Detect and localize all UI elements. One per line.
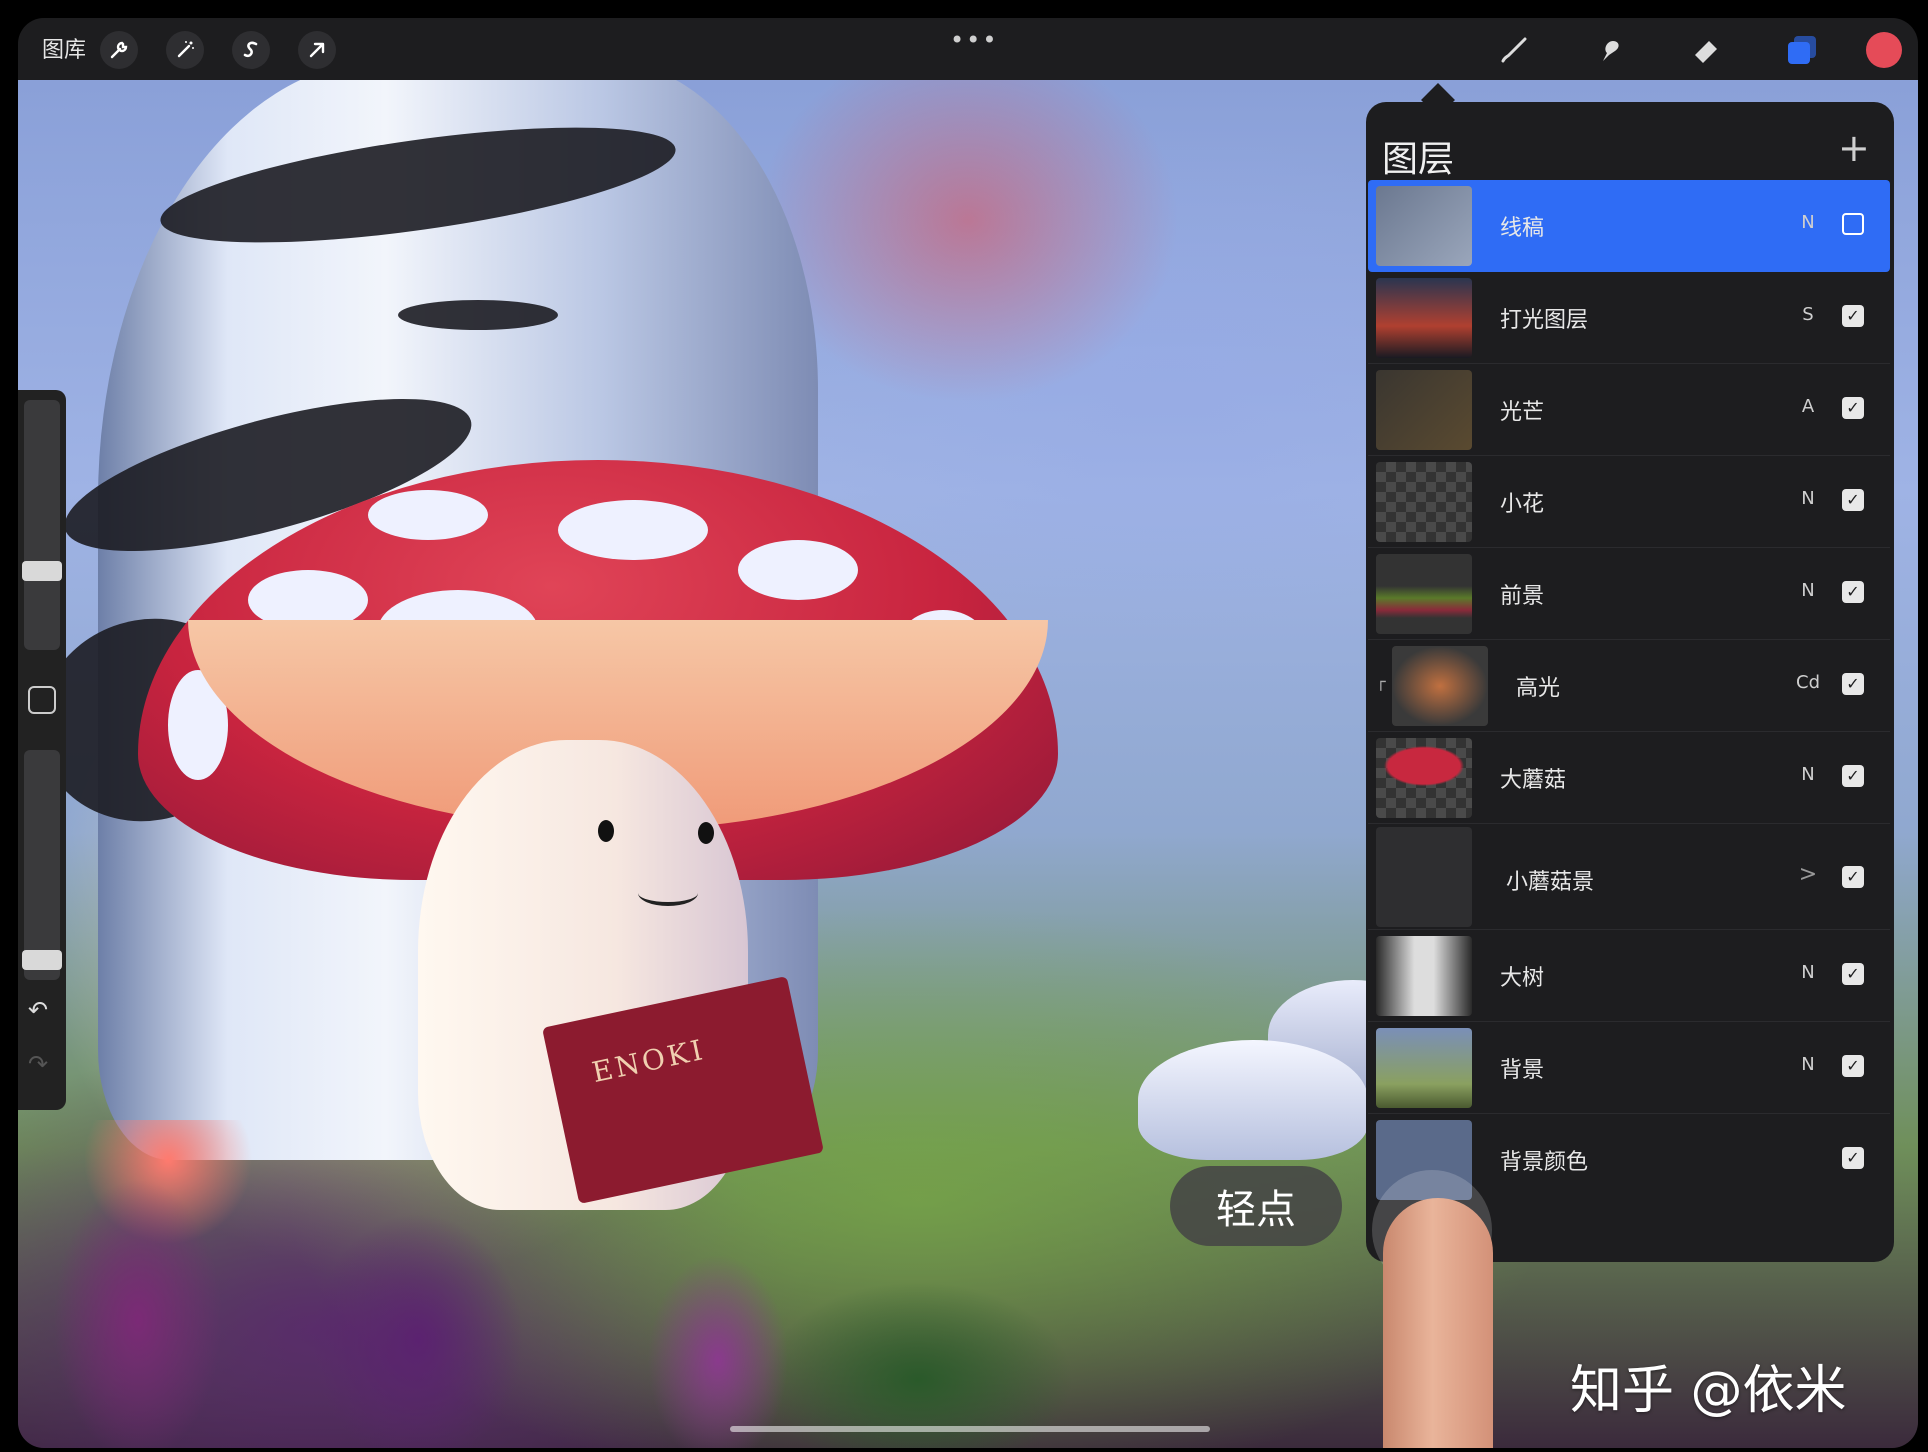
smudge-icon[interactable]	[1590, 30, 1630, 70]
layer-row[interactable]: 线稿 N	[1368, 180, 1890, 272]
layers-panel-title: 图层	[1382, 139, 1455, 180]
visibility-checkbox[interactable]: ✓	[1842, 1055, 1864, 1077]
opacity-knob[interactable]	[22, 949, 62, 970]
layer-thumbnail	[1376, 738, 1472, 818]
blend-mode-button[interactable]: A	[1788, 396, 1828, 417]
layer-row[interactable]: 小花 N ✓	[1368, 456, 1890, 548]
add-layer-button[interactable]: +	[1838, 126, 1870, 170]
flowers-foreground-artwork	[18, 1120, 1168, 1448]
layer-name: 背景颜色	[1500, 1150, 1589, 1175]
selection-icon[interactable]	[232, 31, 270, 69]
expand-group-chevron-icon[interactable]: >	[1788, 862, 1828, 887]
smile-artwork	[638, 880, 698, 906]
top-toolbar: 图库 •••	[18, 18, 1918, 80]
brush-size-knob[interactable]	[22, 561, 62, 581]
layer-row[interactable]: 光芒 A ✓	[1368, 364, 1890, 456]
layer-name: 大蘑菇	[1500, 768, 1567, 793]
visibility-checkbox[interactable]: ✓	[1842, 581, 1864, 603]
right-eye-artwork	[698, 822, 714, 844]
layers-icon[interactable]	[1782, 30, 1822, 70]
book-title: ENOKI	[589, 1032, 709, 1090]
layer-row[interactable]: 大蘑菇 N ✓	[1368, 732, 1890, 824]
blend-mode-button[interactable]: N	[1788, 488, 1828, 509]
finger-tap-hand	[1383, 1198, 1493, 1448]
blend-mode-button[interactable]: N	[1788, 580, 1828, 601]
layer-name: 背景	[1500, 1058, 1545, 1083]
visibility-checkbox[interactable]: ✓	[1842, 305, 1864, 327]
blend-mode-button[interactable]: N	[1788, 764, 1828, 785]
layer-row[interactable]: 打光图层 S ✓	[1368, 272, 1890, 364]
blend-mode-button[interactable]: S	[1788, 304, 1828, 325]
undo-icon[interactable]: ↶	[28, 996, 48, 1024]
layer-thumbnail	[1376, 936, 1472, 1016]
brush-size-slider[interactable]	[24, 400, 60, 650]
visibility-checkbox[interactable]: ✓	[1842, 489, 1864, 511]
left-eye-artwork	[598, 820, 614, 842]
visibility-checkbox[interactable]: ✓	[1842, 1147, 1864, 1169]
layer-name: 线稿	[1500, 216, 1545, 241]
watermark-text: 知乎 @依米	[1570, 1361, 1847, 1421]
layer-name: 小蘑菇景	[1506, 870, 1595, 895]
visibility-checkbox[interactable]: ✓	[1842, 866, 1864, 888]
layer-row[interactable]: ┌ 高光 Cd ✓	[1368, 640, 1890, 732]
visibility-checkbox[interactable]: ✓	[1842, 673, 1864, 695]
layer-name: 前景	[1500, 584, 1545, 609]
small-mushroom-artwork	[1138, 1040, 1368, 1160]
visibility-checkbox[interactable]: ✓	[1842, 397, 1864, 419]
visibility-checkbox[interactable]	[1842, 213, 1864, 235]
layer-row[interactable]: 大树 N ✓	[1368, 930, 1890, 1022]
transform-arrow-icon[interactable]	[298, 31, 336, 69]
blend-mode-button[interactable]: N	[1788, 1054, 1828, 1075]
layer-name: 小花	[1500, 492, 1545, 517]
blend-mode-button[interactable]: Cd	[1788, 672, 1828, 693]
layer-name: 光芒	[1500, 400, 1545, 425]
layer-thumbnail	[1376, 186, 1472, 266]
layer-row[interactable]: 背景 N ✓	[1368, 1022, 1890, 1114]
layer-thumbnail	[1376, 462, 1472, 542]
visibility-checkbox[interactable]: ✓	[1842, 765, 1864, 787]
home-indicator[interactable]	[730, 1426, 1210, 1432]
more-options-icon[interactable]: •••	[950, 26, 998, 54]
procreate-window: ENOKI 图库 ••• ↶ ↷ 图层 + 线稿 N 打光图层 S ✓ 光芒 A…	[18, 18, 1918, 1448]
blend-mode-button[interactable]: N	[1788, 962, 1828, 983]
layer-thumbnail	[1392, 646, 1488, 726]
blend-mode-button[interactable]: N	[1788, 212, 1828, 233]
layer-thumbnail	[1376, 1028, 1472, 1108]
layer-thumbnail	[1376, 278, 1472, 358]
modify-button[interactable]	[28, 686, 56, 714]
tap-hint-label: 轻点	[1170, 1166, 1342, 1246]
visibility-checkbox[interactable]: ✓	[1842, 963, 1864, 985]
gallery-button[interactable]: 图库	[42, 32, 86, 64]
layer-thumbnail	[1376, 370, 1472, 450]
brush-icon[interactable]	[1494, 30, 1534, 70]
layer-name: 高光	[1516, 676, 1561, 701]
wrench-icon[interactable]	[100, 31, 138, 69]
layer-thumbnail	[1376, 554, 1472, 634]
side-slider-bar: ↶ ↷	[18, 390, 66, 1110]
opacity-slider[interactable]	[24, 750, 60, 980]
eraser-icon[interactable]	[1686, 30, 1726, 70]
clipping-mask-icon: ┌	[1376, 672, 1386, 691]
layer-row[interactable]: 前景 N ✓	[1368, 548, 1890, 640]
layer-group-thumbnail	[1376, 827, 1472, 927]
layer-name: 大树	[1500, 966, 1545, 991]
magic-wand-icon[interactable]	[166, 31, 204, 69]
redo-icon[interactable]: ↷	[28, 1050, 48, 1078]
layer-name: 打光图层	[1500, 308, 1589, 333]
color-picker-button[interactable]	[1866, 32, 1902, 68]
layer-group-row[interactable]: 小蘑菇景 > ✓	[1368, 824, 1890, 930]
